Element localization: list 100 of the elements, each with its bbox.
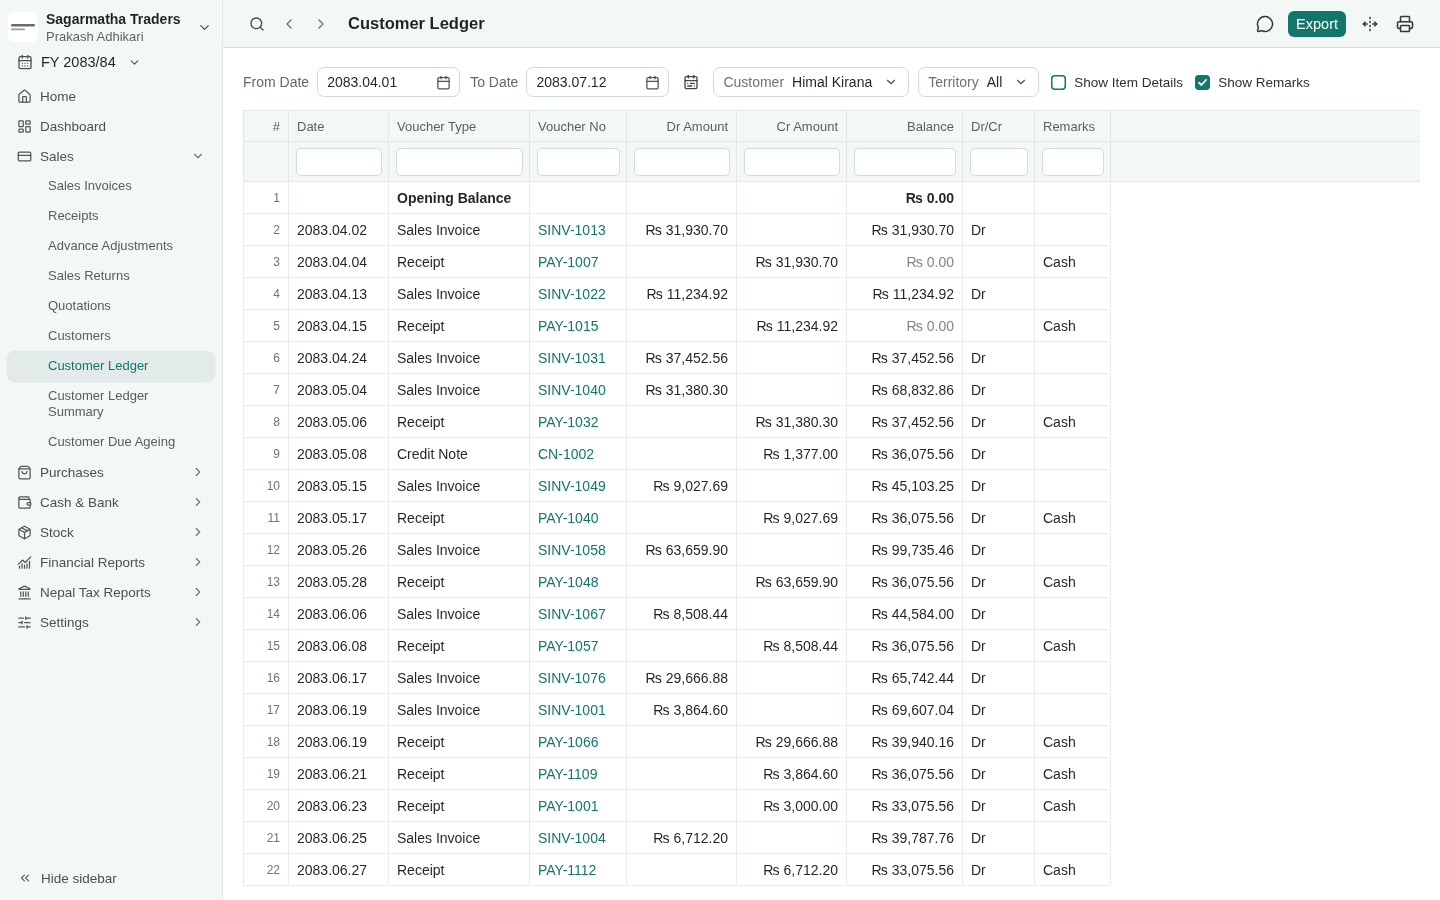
nav-subitem[interactable]: Quotations <box>7 291 215 321</box>
checkbox[interactable] <box>1051 74 1067 90</box>
column-filter-field[interactable] <box>537 147 620 176</box>
table-cell: ₨ 45,103.25 <box>846 470 962 501</box>
voucher-link[interactable]: PAY-1015 <box>538 317 599 334</box>
voucher-link[interactable]: SINV-1067 <box>538 605 606 622</box>
table-cell: 2083.05.28 <box>288 566 388 597</box>
column-filter-field[interactable] <box>970 147 1028 176</box>
nav-item[interactable]: Home <box>0 81 222 111</box>
fiscal-year-selector[interactable]: FY 2083/84 <box>0 47 145 77</box>
table-cell: ₨ 36,075.56 <box>846 630 962 661</box>
table-cell: Sales Invoice <box>388 470 529 501</box>
table-cell: Dr <box>962 278 1034 309</box>
column-header: Cr Amount <box>736 111 846 141</box>
calendar-icon[interactable] <box>683 74 700 90</box>
table-cell: Cash <box>1034 854 1110 885</box>
nav-item[interactable]: Sales <box>0 141 222 171</box>
table-cell: 2083.06.19 <box>288 726 388 757</box>
voucher-link[interactable]: PAY-1001 <box>538 797 599 814</box>
hide-sidebar-button[interactable]: Hide sidebar <box>0 863 123 893</box>
voucher-link[interactable]: PAY-1007 <box>538 253 599 270</box>
expand-horizontal-icon[interactable] <box>1362 15 1378 32</box>
table-cell: Sales Invoice <box>388 534 529 565</box>
row-number: 16 <box>243 662 288 693</box>
voucher-link[interactable]: SINV-1022 <box>538 285 606 302</box>
voucher-link[interactable]: PAY-1040 <box>538 509 599 526</box>
column-filter-field[interactable] <box>1042 147 1104 176</box>
table-cell: ₨ 37,452.56 <box>846 342 962 373</box>
table-cell: ₨ 11,234.92 <box>736 310 846 341</box>
table-cell: ₨ 6,712.20 <box>736 854 846 885</box>
voucher-link[interactable]: SINV-1058 <box>538 541 606 558</box>
table-cell: Dr <box>962 502 1034 533</box>
nav-item[interactable]: Financial Reports <box>0 547 222 577</box>
box-icon <box>17 524 32 540</box>
nav-subitem[interactable]: Advance Adjustments <box>7 231 215 261</box>
field-label: From Date <box>243 74 310 90</box>
table-cell: ₨ 29,666.88 <box>626 662 736 693</box>
voucher-link[interactable]: SINV-1049 <box>538 477 606 494</box>
column-filter-field[interactable] <box>396 147 523 176</box>
to-date-field[interactable]: 2083.07.12 <box>526 67 670 97</box>
nav-subitem[interactable]: Customer Ledger Summary <box>7 381 215 427</box>
voucher-link[interactable]: PAY-1032 <box>538 413 599 430</box>
table-cell: 2083.06.21 <box>288 758 388 789</box>
nav-subitem[interactable]: Customer Due Ageing <box>7 427 215 457</box>
from-date-field[interactable]: 2083.04.01 <box>317 67 461 97</box>
column-filter-field[interactable] <box>744 147 840 176</box>
column-filter-field[interactable] <box>854 147 956 176</box>
territory-select[interactable]: Territory All <box>918 67 1040 97</box>
voucher-link[interactable]: PAY-1066 <box>538 733 599 750</box>
nav-item[interactable]: Stock <box>0 517 222 547</box>
voucher-link[interactable]: PAY-1048 <box>538 573 599 590</box>
nav-item[interactable]: Cash & Bank <box>0 487 222 517</box>
nav-subitem[interactable]: Customer Ledger <box>7 351 215 381</box>
table-cell: ₨ 11,234.92 <box>846 278 962 309</box>
table-cell: ₨ 8,508.44 <box>626 598 736 629</box>
table-cell: 2083.05.08 <box>288 438 388 469</box>
nav-item[interactable]: Settings <box>0 607 222 637</box>
voucher-link[interactable]: SINV-1040 <box>538 381 606 398</box>
table-cell: Sales Invoice <box>388 278 529 309</box>
voucher-link[interactable]: PAY-1112 <box>538 861 597 878</box>
calendar-icon[interactable] <box>436 74 452 90</box>
voucher-link[interactable]: PAY-1057 <box>538 637 599 654</box>
wallet-icon <box>17 494 32 510</box>
column-filter-field[interactable] <box>634 147 730 176</box>
nav-subitem[interactable]: Sales Invoices <box>7 171 215 201</box>
voucher-link[interactable]: SINV-1001 <box>538 701 606 718</box>
table-cell: ₨ 31,380.30 <box>626 374 736 405</box>
print-icon[interactable] <box>1396 14 1414 33</box>
table-cell: 2083.06.06 <box>288 598 388 629</box>
table-cell: 2083.04.24 <box>288 342 388 373</box>
double-chevron-left-icon <box>18 871 32 885</box>
voucher-link[interactable]: SINV-1004 <box>538 829 606 846</box>
row-number: 8 <box>243 406 288 437</box>
search-icon[interactable] <box>249 15 265 32</box>
table-cell: ₨ 36,075.56 <box>846 758 962 789</box>
export-button[interactable]: Export <box>1288 10 1346 37</box>
table-cell: Sales Invoice <box>388 822 529 853</box>
calendar-icon[interactable] <box>645 74 661 90</box>
nav-subitem[interactable]: Customers <box>7 321 215 351</box>
table-cell: 2083.05.26 <box>288 534 388 565</box>
nav-subitem[interactable]: Receipts <box>7 201 215 231</box>
voucher-link[interactable]: SINV-1031 <box>538 349 606 366</box>
table-cell: Sales Invoice <box>388 374 529 405</box>
voucher-link[interactable]: CN-1002 <box>538 445 595 462</box>
table-cell: ₨ 44,584.00 <box>846 598 962 629</box>
table-cell: 2083.06.08 <box>288 630 388 661</box>
voucher-link[interactable]: SINV-1076 <box>538 669 606 686</box>
table-cell: ₨ 0.00 <box>846 310 962 341</box>
checkbox[interactable] <box>1195 74 1211 90</box>
nav-item[interactable]: Purchases <box>0 457 222 487</box>
voucher-link[interactable]: PAY-1109 <box>538 765 598 782</box>
table-cell: Receipt <box>388 790 529 821</box>
voucher-link[interactable]: SINV-1013 <box>538 221 606 238</box>
chat-bubble-icon[interactable] <box>1256 14 1275 33</box>
column-filter-field[interactable] <box>296 147 382 176</box>
nav-subitem[interactable]: Sales Returns <box>7 261 215 291</box>
customer-select[interactable]: Customer Himal Kirana <box>713 67 910 97</box>
nav-item[interactable]: Dashboard <box>0 111 222 141</box>
table-cell: ₨ 8,508.44 <box>736 630 846 661</box>
nav-item[interactable]: Nepal Tax Reports <box>0 577 222 607</box>
